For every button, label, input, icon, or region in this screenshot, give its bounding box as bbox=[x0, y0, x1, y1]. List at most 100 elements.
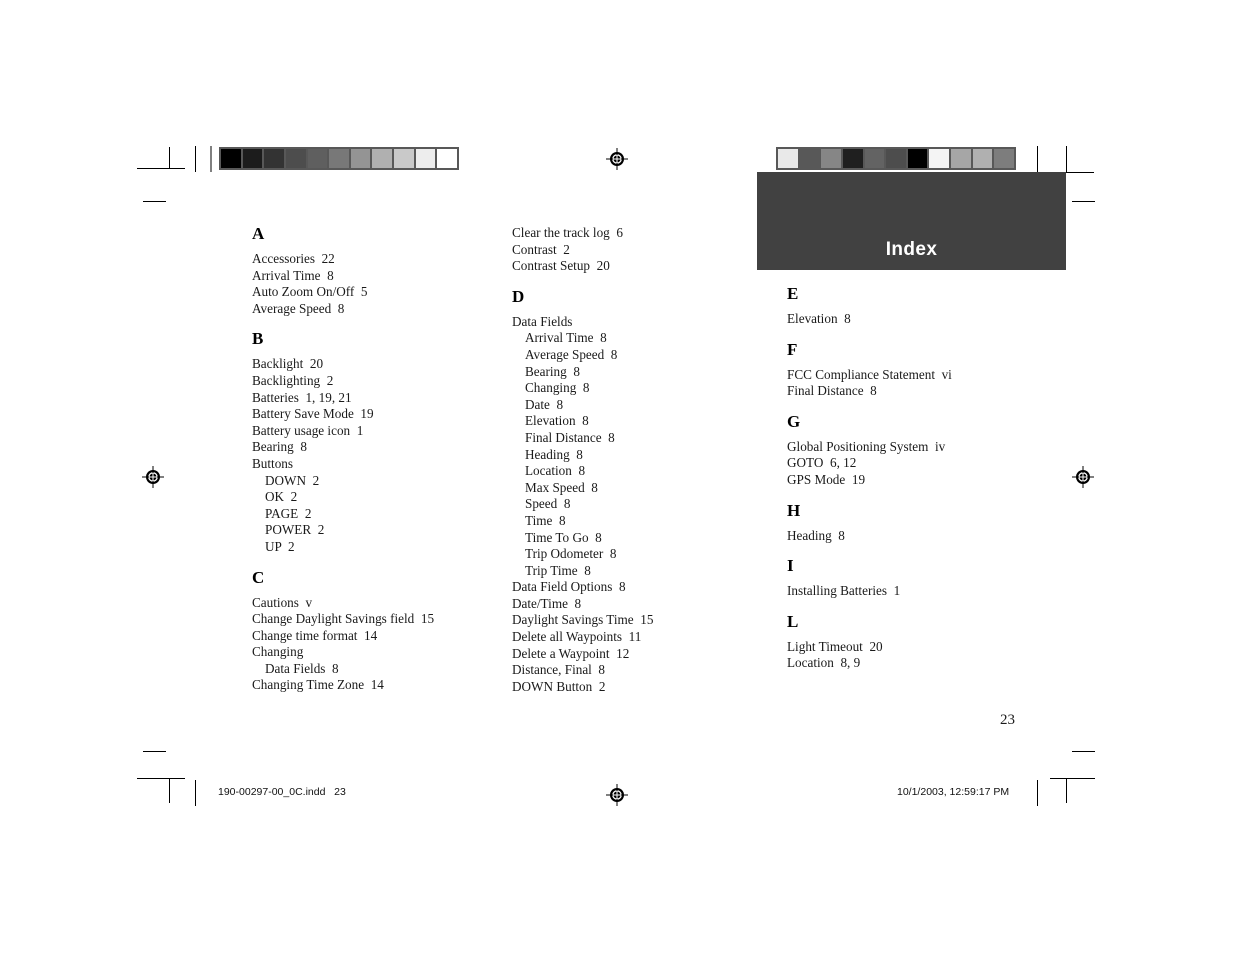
index-entry: Battery Save Mode 19 bbox=[252, 406, 374, 422]
index-entry: Light Timeout 20 bbox=[787, 638, 883, 654]
printed-page-proof: Index A Accessories 22 Arrival Time 8 Auto … bbox=[0, 0, 1235, 954]
color-swatch bbox=[415, 149, 436, 168]
color-swatch bbox=[951, 149, 971, 168]
index-subentry: Max Speed 8 bbox=[525, 479, 598, 495]
crop-mark-top-left-vertical bbox=[169, 147, 170, 168]
color-swatch bbox=[350, 149, 371, 168]
index-letter-heading: H bbox=[787, 500, 801, 520]
color-swatch bbox=[821, 149, 841, 168]
crop-mark-bottom-left-vertical bbox=[169, 778, 170, 803]
index-subentry: Average Speed 8 bbox=[525, 346, 618, 362]
index-column-1: A Accessories 22 Arrival Time 8 Auto Zoom O… bbox=[252, 225, 502, 694]
index-subentry: Time To Go 8 bbox=[525, 529, 602, 545]
index-subentry: Final Distance 8 bbox=[525, 429, 615, 445]
bleed-mark-top-right bbox=[1072, 201, 1095, 202]
registration-target-left-center bbox=[142, 466, 164, 488]
color-swatch bbox=[864, 149, 885, 168]
index-entry: Changing bbox=[252, 644, 304, 660]
registration-target-bottom-center bbox=[606, 784, 628, 806]
index-subentry: UP 2 bbox=[265, 538, 295, 554]
color-swatch bbox=[799, 149, 820, 168]
registration-target-top-center bbox=[606, 148, 628, 170]
index-entry: Clear the track log 6 bbox=[512, 225, 623, 240]
index-subentry: Location 8 bbox=[525, 463, 586, 479]
index-entry: Changing Time Zone 14 bbox=[252, 677, 384, 693]
color-swatch bbox=[372, 149, 393, 168]
color-swatch bbox=[307, 149, 328, 168]
index-entry: DOWN Button 2 bbox=[512, 678, 606, 694]
index-entry: Change Daylight Savings field 15 bbox=[252, 611, 435, 627]
index-subentry: Trip Time 8 bbox=[525, 562, 591, 578]
index-entry: Delete all Waypoints 11 bbox=[512, 629, 642, 645]
crop-mark-top-right-horizontal bbox=[1066, 172, 1094, 173]
index-subentry: Speed 8 bbox=[525, 496, 571, 512]
index-letter-heading: F bbox=[787, 339, 798, 359]
index-subentry: OK 2 bbox=[265, 489, 298, 505]
index-entry: Contrast 2 bbox=[512, 241, 570, 257]
color-swatch bbox=[842, 149, 863, 168]
index-entry: Accessories 22 bbox=[252, 251, 335, 266]
color-swatch bbox=[285, 149, 306, 168]
index-entry: Data Fields bbox=[512, 313, 573, 329]
index-entry: Distance, Final 8 bbox=[512, 662, 606, 678]
bleed-mark-bottom-left bbox=[143, 751, 166, 752]
index-banner: Index bbox=[757, 172, 1066, 270]
index-letter-heading: I bbox=[787, 556, 794, 576]
color-swatch bbox=[242, 149, 263, 168]
index-entry: Battery usage icon 1 bbox=[252, 422, 364, 438]
index-subentry: PAGE 2 bbox=[265, 505, 312, 521]
index-entry: Final Distance 8 bbox=[787, 383, 877, 399]
registration-target-right-center bbox=[1072, 466, 1094, 488]
page-number: 23 bbox=[1000, 712, 1015, 728]
color-swatch bbox=[437, 149, 458, 168]
index-entry: Delete a Waypoint 12 bbox=[512, 645, 630, 661]
index-entry: GPS Mode 19 bbox=[787, 471, 866, 487]
index-column-3: E Elevation 8 F FCC Compliance Statement vi… bbox=[787, 285, 1037, 672]
index-entry: Cautions v bbox=[252, 594, 313, 610]
crop-mark-bottom-right-vertical bbox=[1066, 778, 1067, 803]
trim-mark-bottom-right-inner bbox=[1037, 780, 1038, 806]
index-entry: Batteries 1, 19, 21 bbox=[252, 389, 352, 405]
footer-file-slug: 190-00297-00_0C.indd 23 bbox=[218, 786, 346, 798]
color-swatch bbox=[907, 149, 928, 168]
color-swatch bbox=[221, 149, 241, 168]
index-subentry: Changing 8 bbox=[525, 380, 590, 396]
color-swatch bbox=[394, 149, 414, 168]
index-subentry: Data Fields 8 bbox=[265, 660, 339, 676]
index-entry: Contrast Setup 20 bbox=[512, 258, 610, 274]
index-entry: Heading 8 bbox=[787, 527, 845, 543]
index-letter-heading: D bbox=[512, 286, 525, 306]
color-calibration-strip-right bbox=[776, 147, 1016, 170]
index-subentry: Heading 8 bbox=[525, 446, 583, 462]
crop-mark-bottom-left-horizontal bbox=[137, 778, 185, 779]
index-subentry: DOWN 2 bbox=[265, 472, 320, 488]
index-subentry: Date 8 bbox=[525, 396, 564, 412]
index-letter-heading: G bbox=[787, 411, 801, 431]
page-title: Index bbox=[885, 239, 938, 260]
color-swatch bbox=[994, 149, 1015, 168]
color-swatch bbox=[778, 149, 798, 168]
index-entry: Arrival Time 8 bbox=[252, 267, 334, 283]
trim-mark-top-left-inner bbox=[195, 146, 196, 172]
footer-timestamp-slug: 10/1/2003, 12:59:17 PM bbox=[897, 786, 1010, 798]
color-calibration-strip-left bbox=[219, 147, 459, 170]
color-swatch bbox=[972, 149, 993, 168]
index-entry: GOTO 6, 12 bbox=[787, 455, 857, 471]
index-subentry: Time 8 bbox=[525, 512, 566, 528]
index-subentry: POWER 2 bbox=[265, 522, 325, 538]
index-entry: Change time format 14 bbox=[252, 627, 378, 643]
bleed-mark-top-left bbox=[143, 201, 166, 202]
index-entry: Daylight Savings Time 15 bbox=[512, 612, 654, 628]
index-letter-heading: E bbox=[787, 284, 799, 303]
index-letter-heading: C bbox=[252, 567, 265, 587]
trim-mark-top-left-outer bbox=[210, 146, 212, 172]
crop-mark-bottom-right-horizontal bbox=[1050, 778, 1095, 779]
index-entry: Average Speed 8 bbox=[252, 300, 345, 316]
index-entry: Elevation 8 bbox=[787, 311, 851, 326]
index-column-2: Clear the track log 6 Contrast 2 Contrast … bbox=[512, 225, 762, 695]
index-entry: Backlight 20 bbox=[252, 356, 324, 372]
index-entry: Data Field Options 8 bbox=[512, 579, 626, 595]
crop-mark-top-left-horizontal bbox=[137, 168, 185, 169]
trim-mark-top-right-inner bbox=[1066, 146, 1067, 173]
index-subentry: Arrival Time 8 bbox=[525, 330, 607, 346]
